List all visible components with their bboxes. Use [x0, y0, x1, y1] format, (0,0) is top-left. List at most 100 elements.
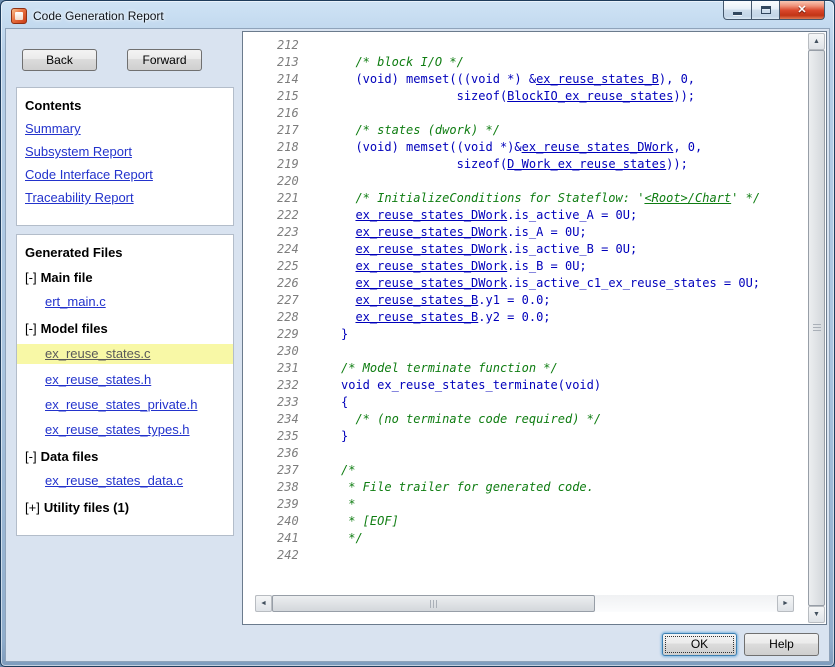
- file-link[interactable]: ex_reuse_states.c: [45, 346, 151, 361]
- code-line: 216: [277, 105, 808, 122]
- code-link[interactable]: ex_reuse_states_B: [355, 310, 478, 324]
- code-link[interactable]: ex_reuse_states_DWork: [355, 276, 507, 290]
- contents-link-list: Summary Subsystem Report Code Interface Re…: [25, 121, 225, 205]
- line-number: 228: [277, 309, 341, 326]
- tree-toggle-icon[interactable]: [-]: [25, 449, 37, 464]
- code-text: [341, 276, 355, 290]
- line-number: 220: [277, 173, 341, 190]
- code-comment: /* states (dwork) */: [341, 123, 500, 137]
- code-viewer: 212213 /* block I/O */214 (void) memset(…: [242, 31, 827, 625]
- line-number: 242: [277, 547, 341, 564]
- code-text: .is_A = 0U;: [507, 225, 586, 239]
- tree-group: [-]Main file: [25, 270, 225, 285]
- left-arrow-icon: ◄: [260, 600, 267, 607]
- code-text: [341, 208, 355, 222]
- vertical-scrollbar[interactable]: ▲ ▼: [808, 33, 825, 623]
- code-link[interactable]: ex_reuse_states_DWork: [355, 208, 507, 222]
- code-link[interactable]: ex_reuse_states_DWork: [355, 242, 507, 256]
- scroll-down-button[interactable]: ▼: [808, 606, 825, 623]
- maximize-button[interactable]: [752, 1, 780, 20]
- code-comment: */: [341, 531, 363, 545]
- code-link[interactable]: ex_reuse_states_DWork: [355, 259, 507, 273]
- file-link[interactable]: ex_reuse_states_types.h: [45, 422, 190, 437]
- line-number: 230: [277, 343, 341, 360]
- contents-link-summary[interactable]: Summary: [25, 121, 225, 136]
- code-line: 212: [277, 37, 808, 54]
- code-content: 212213 /* block I/O */214 (void) memset(…: [243, 32, 808, 624]
- code-text: sizeof(: [341, 89, 507, 103]
- file-row: ert_main.c: [25, 293, 225, 311]
- contents-link-code-interface-report[interactable]: Code Interface Report: [25, 167, 225, 182]
- code-line: 240 * [EOF]: [277, 513, 808, 530]
- file-row: ex_reuse_states.h: [25, 371, 225, 389]
- help-button[interactable]: Help: [744, 633, 819, 656]
- code-text: ), 0,: [659, 72, 695, 86]
- code-line: 238 * File trailer for generated code.: [277, 479, 808, 496]
- code-text: .is_B = 0U;: [507, 259, 586, 273]
- scroll-right-button[interactable]: ►: [777, 595, 794, 612]
- line-number: 221: [277, 190, 341, 207]
- code-text: [341, 310, 355, 324]
- code-comment: * File trailer for generated code.: [341, 480, 594, 494]
- forward-button[interactable]: Forward: [127, 49, 202, 71]
- line-number: 217: [277, 122, 341, 139]
- report-icon: [11, 8, 27, 24]
- line-number: 226: [277, 275, 341, 292]
- line-number: 241: [277, 530, 341, 547]
- code-line: 228 ex_reuse_states_B.y2 = 0.0;: [277, 309, 808, 326]
- line-number: 239: [277, 496, 341, 513]
- horizontal-scrollbar[interactable]: ◄ ►: [255, 595, 794, 612]
- scroll-left-button[interactable]: ◄: [255, 595, 272, 612]
- code-text: .is_active_B = 0U;: [507, 242, 637, 256]
- tree-group: [+] Utility files (1): [25, 500, 225, 515]
- code-line: 233{: [277, 394, 808, 411]
- code-comment: /* block I/O */: [341, 55, 464, 69]
- code-line: 239 *: [277, 496, 808, 513]
- contents-link-subsystem-report[interactable]: Subsystem Report: [25, 144, 225, 159]
- scroll-up-button[interactable]: ▲: [808, 33, 825, 50]
- sidebar: Back Forward Contents SummarySubsystem R…: [8, 31, 240, 625]
- code-text: .y2 = 0.0;: [478, 310, 550, 324]
- code-link[interactable]: BlockIO_ex_reuse_states: [507, 89, 673, 103]
- code-link[interactable]: ex_reuse_states_DWork: [355, 225, 507, 239]
- code-line: 219 sizeof(D_Work_ex_reuse_states));: [277, 156, 808, 173]
- code-link[interactable]: D_Work_ex_reuse_states: [507, 157, 666, 171]
- line-number: 224: [277, 241, 341, 258]
- code-link[interactable]: ex_reuse_states_B: [355, 293, 478, 307]
- line-number: 213: [277, 54, 341, 71]
- close-button[interactable]: ✕: [780, 1, 825, 20]
- contents-link-traceability-report[interactable]: Traceability Report: [25, 190, 225, 205]
- tree-toggle-icon[interactable]: [-]: [25, 270, 37, 285]
- file-link[interactable]: ert_main.c: [45, 294, 106, 309]
- code-line: 217 /* states (dwork) */: [277, 122, 808, 139]
- minimize-button[interactable]: [723, 1, 752, 20]
- tree-toggle-icon[interactable]: [+]: [25, 500, 40, 515]
- back-button[interactable]: Back: [22, 49, 97, 71]
- tree-group: [-]Model files: [25, 321, 225, 336]
- horizontal-scroll-thumb[interactable]: [272, 595, 595, 612]
- code-line: 224 ex_reuse_states_DWork.is_active_B = …: [277, 241, 808, 258]
- contents-panel: Contents SummarySubsystem ReportCode Int…: [16, 87, 234, 226]
- title-bar[interactable]: Code Generation Report: [5, 1, 830, 28]
- vertical-scroll-thumb[interactable]: [808, 50, 825, 606]
- file-link[interactable]: ex_reuse_states.h: [45, 372, 151, 387]
- history-nav: Back Forward: [22, 49, 232, 71]
- line-number: 216: [277, 105, 341, 122]
- code-link[interactable]: ex_reuse_states_DWork: [522, 140, 674, 154]
- code-text: [341, 242, 355, 256]
- tree-toggle-icon[interactable]: [-]: [25, 321, 37, 336]
- code-text: .is_active_A = 0U;: [507, 208, 637, 222]
- line-number: 222: [277, 207, 341, 224]
- code-link[interactable]: <Root>/Chart: [644, 191, 731, 205]
- code-line: 227 ex_reuse_states_B.y1 = 0.0;: [277, 292, 808, 309]
- ok-button[interactable]: OK: [662, 633, 737, 656]
- file-link[interactable]: ex_reuse_states_data.c: [45, 473, 183, 488]
- file-link[interactable]: ex_reuse_states_private.h: [45, 397, 197, 412]
- code-link[interactable]: ex_reuse_states_B: [536, 72, 659, 86]
- code-line: 241 */: [277, 530, 808, 547]
- code-text: [341, 225, 355, 239]
- minimize-icon: [733, 12, 742, 15]
- code-text: [341, 259, 355, 273]
- generated-files-tree: [-]Main file ert_main.c [-]Model files ex_r…: [25, 270, 225, 515]
- tree-group-label: Utility files (1): [44, 500, 129, 515]
